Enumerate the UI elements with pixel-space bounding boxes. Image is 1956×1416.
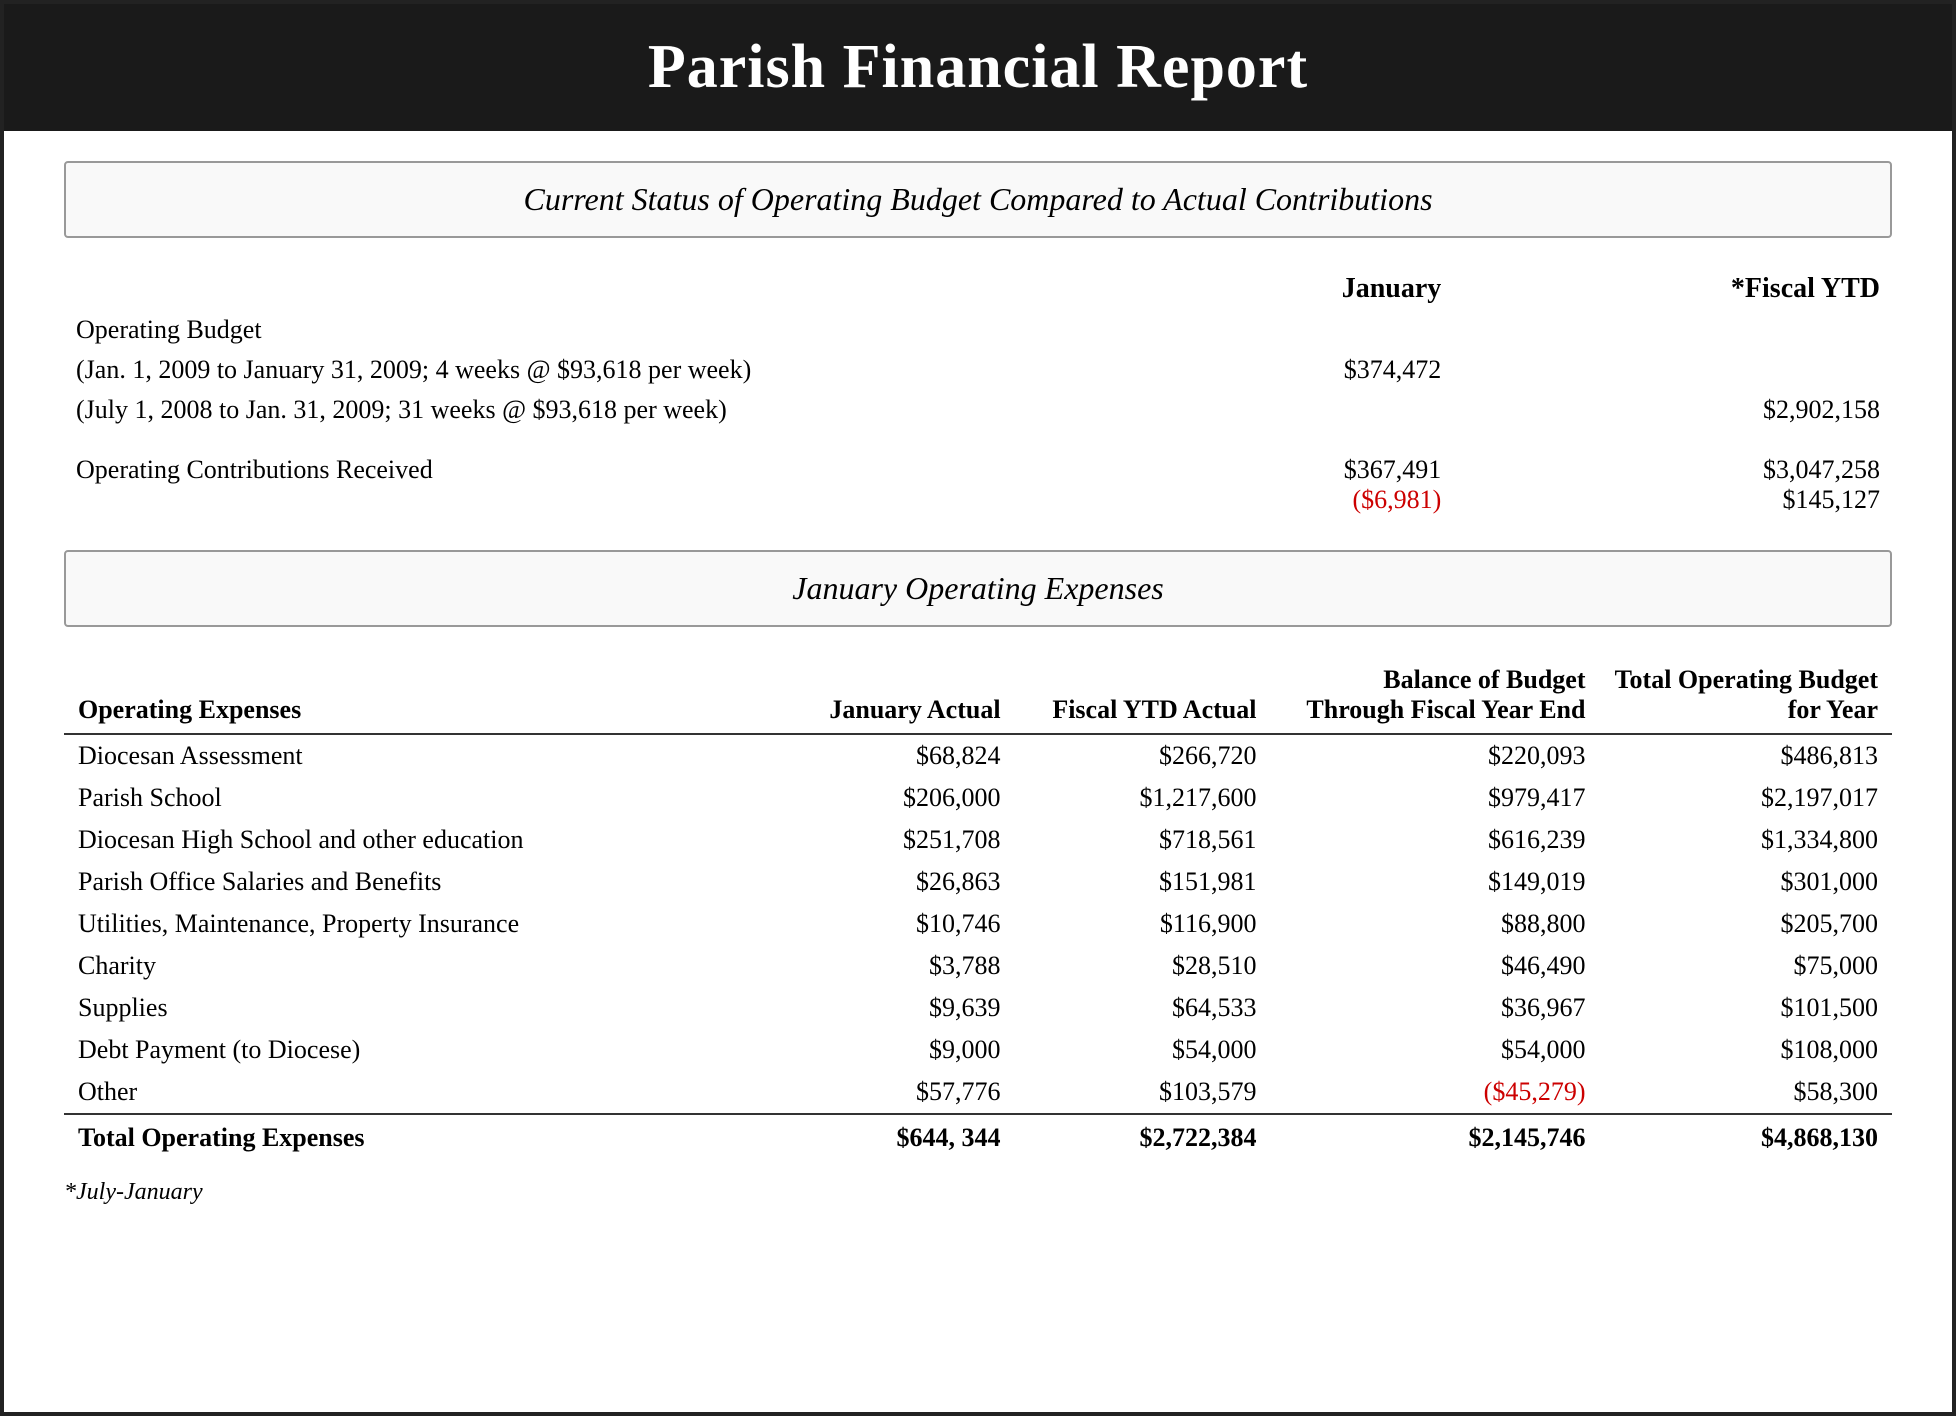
contrib-jan-diff: ($6,981): [1173, 485, 1441, 515]
total-total: $4,868,130: [1599, 1114, 1892, 1159]
expense-balance: $616,239: [1270, 819, 1599, 861]
budget-table: January *Fiscal YTD Operating Budget (Ja…: [64, 268, 1892, 520]
expenses-col-balance-header: Balance of Budget Through Fiscal Year En…: [1270, 657, 1599, 734]
expense-ytd: $64,533: [1015, 987, 1271, 1029]
expense-balance: $149,019: [1270, 861, 1599, 903]
page-title: Parish Financial Report: [44, 32, 1912, 103]
expenses-col-total-header: Total Operating Budget for Year: [1599, 657, 1892, 734]
expense-row: Utilities, Maintenance, Property Insuran…: [64, 903, 1892, 945]
expense-jan: $251,708: [759, 819, 1015, 861]
budget-jan-detail: (Jan. 1, 2009 to January 31, 2009; 4 wee…: [64, 350, 1161, 390]
expense-total: $75,000: [1599, 945, 1892, 987]
expense-total: $108,000: [1599, 1029, 1892, 1071]
expense-balance: $220,093: [1270, 734, 1599, 777]
expense-balance: $88,800: [1270, 903, 1599, 945]
budget-jan-amount: $374,472: [1161, 350, 1453, 390]
footnote: *July-January: [64, 1179, 1892, 1206]
total-label: Total Operating Expenses: [64, 1114, 759, 1159]
expense-row: Supplies $9,639 $64,533 $36,967 $101,500: [64, 987, 1892, 1029]
expense-row: Parish School $206,000 $1,217,600 $979,4…: [64, 777, 1892, 819]
expense-jan: $9,639: [759, 987, 1015, 1029]
expenses-col-desc-header: Operating Expenses: [64, 657, 759, 734]
expenses-total-row: Total Operating Expenses $644, 344 $2,72…: [64, 1114, 1892, 1159]
expense-ytd: $151,981: [1015, 861, 1271, 903]
total-jan: $644, 344: [759, 1114, 1015, 1159]
expense-jan: $10,746: [759, 903, 1015, 945]
expense-row: Diocesan High School and other education…: [64, 819, 1892, 861]
expense-ytd: $718,561: [1015, 819, 1271, 861]
expense-balance: $979,417: [1270, 777, 1599, 819]
expenses-col-jan-header: January Actual: [759, 657, 1015, 734]
expense-total: $58,300: [1599, 1071, 1892, 1114]
expense-ytd: $1,217,600: [1015, 777, 1271, 819]
expense-row: Other $57,776 $103,579 ($45,279) $58,300: [64, 1071, 1892, 1114]
section2-box: January Operating Expenses: [64, 550, 1892, 627]
section2-title: January Operating Expenses: [96, 570, 1860, 607]
budget-col-ytd-header: *Fiscal YTD: [1453, 268, 1892, 310]
expense-total: $301,000: [1599, 861, 1892, 903]
section1-title: Current Status of Operating Budget Compa…: [96, 181, 1860, 218]
contrib-ytd-diff: $145,127: [1465, 485, 1880, 515]
expense-label: Debt Payment (to Diocese): [64, 1029, 759, 1071]
expense-ytd: $54,000: [1015, 1029, 1271, 1071]
expense-label: Diocesan Assessment: [64, 734, 759, 777]
expense-row: Debt Payment (to Diocese) $9,000 $54,000…: [64, 1029, 1892, 1071]
contributions-row: Operating Contributions Received $367,49…: [64, 450, 1892, 520]
expense-total: $101,500: [1599, 987, 1892, 1029]
budget-ytd-amount: $2,902,158: [1453, 390, 1892, 430]
expense-jan: $26,863: [759, 861, 1015, 903]
page-header: Parish Financial Report: [4, 4, 1952, 131]
expense-jan: $9,000: [759, 1029, 1015, 1071]
expense-label: Supplies: [64, 987, 759, 1029]
expense-label: Charity: [64, 945, 759, 987]
expense-jan: $3,788: [759, 945, 1015, 987]
expense-total: $205,700: [1599, 903, 1892, 945]
budget-header-row: January *Fiscal YTD: [64, 268, 1892, 310]
expenses-table: Operating Expenses January Actual Fiscal…: [64, 657, 1892, 1159]
expense-ytd: $266,720: [1015, 734, 1271, 777]
expense-balance: ($45,279): [1270, 1071, 1599, 1114]
total-balance: $2,145,746: [1270, 1114, 1599, 1159]
expense-ytd: $116,900: [1015, 903, 1271, 945]
expense-total: $1,334,800: [1599, 819, 1892, 861]
expense-jan: $68,824: [759, 734, 1015, 777]
expense-row: Diocesan Assessment $68,824 $266,720 $22…: [64, 734, 1892, 777]
expense-balance: $54,000: [1270, 1029, 1599, 1071]
expense-jan: $57,776: [759, 1071, 1015, 1114]
budget-label-spacer: [64, 268, 1161, 310]
budget-jan-detail-row: (Jan. 1, 2009 to January 31, 2009; 4 wee…: [64, 350, 1892, 390]
expense-balance: $46,490: [1270, 945, 1599, 987]
expense-jan: $206,000: [759, 777, 1015, 819]
section1-box: Current Status of Operating Budget Compa…: [64, 161, 1892, 238]
contrib-ytd: $3,047,258: [1465, 455, 1880, 485]
expense-row: Charity $3,788 $28,510 $46,490 $75,000: [64, 945, 1892, 987]
expense-total: $486,813: [1599, 734, 1892, 777]
contributions-label: Operating Contributions Received: [64, 450, 1161, 520]
expense-label: Utilities, Maintenance, Property Insuran…: [64, 903, 759, 945]
page: Parish Financial Report Current Status o…: [0, 0, 1956, 1416]
expense-label: Parish School: [64, 777, 759, 819]
operating-budget-label-row: Operating Budget: [64, 310, 1892, 350]
expense-ytd: $28,510: [1015, 945, 1271, 987]
budget-ytd-detail: (July 1, 2008 to Jan. 31, 2009; 31 weeks…: [64, 390, 1161, 430]
budget-ytd-detail-row: (July 1, 2008 to Jan. 31, 2009; 31 weeks…: [64, 390, 1892, 430]
expenses-header-row: Operating Expenses January Actual Fiscal…: [64, 657, 1892, 734]
total-ytd: $2,722,384: [1015, 1114, 1271, 1159]
spacer-row: [64, 430, 1892, 450]
page-content: Current Status of Operating Budget Compa…: [4, 131, 1952, 1246]
expense-label: Other: [64, 1071, 759, 1114]
expenses-col-ytd-header: Fiscal YTD Actual: [1015, 657, 1271, 734]
operating-budget-label: Operating Budget: [64, 310, 1161, 350]
expense-label: Diocesan High School and other education: [64, 819, 759, 861]
expense-label: Parish Office Salaries and Benefits: [64, 861, 759, 903]
expense-total: $2,197,017: [1599, 777, 1892, 819]
budget-col-jan-header: January: [1161, 268, 1453, 310]
expense-ytd: $103,579: [1015, 1071, 1271, 1114]
expense-balance: $36,967: [1270, 987, 1599, 1029]
contrib-jan: $367,491: [1173, 455, 1441, 485]
expense-row: Parish Office Salaries and Benefits $26,…: [64, 861, 1892, 903]
